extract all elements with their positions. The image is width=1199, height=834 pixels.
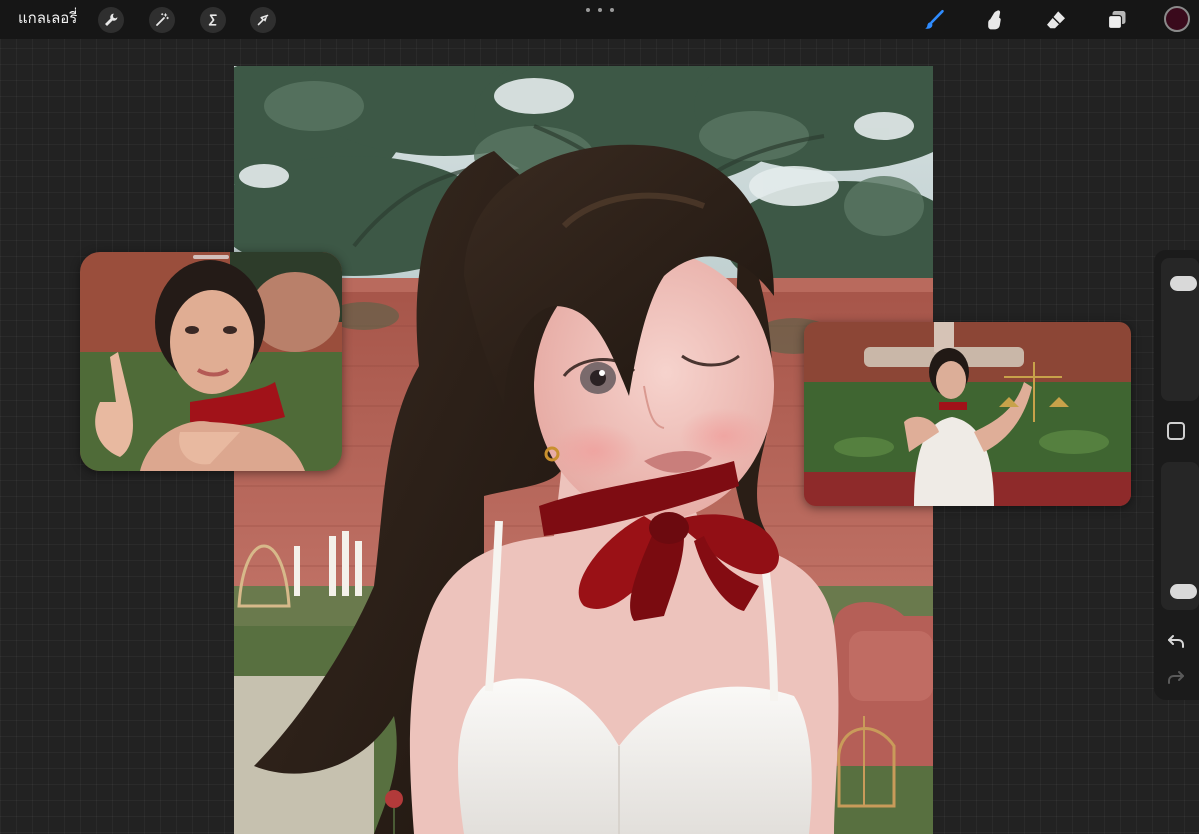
reference-photo-2[interactable]	[804, 322, 1131, 506]
side-bar	[1154, 250, 1199, 700]
undo-arrow-icon[interactable]	[1165, 630, 1187, 652]
opacity-slider[interactable]	[1161, 462, 1199, 610]
eraser-icon[interactable]	[1042, 6, 1070, 34]
reference-photo-1[interactable]	[80, 252, 342, 471]
magic-wand-icon[interactable]	[149, 7, 175, 33]
arrow-cursor-icon[interactable]	[250, 7, 276, 33]
reference-image	[80, 252, 342, 471]
redo-arrow-icon[interactable]	[1165, 666, 1187, 688]
brush-size-slider-knob[interactable]	[1170, 275, 1197, 291]
layers-icon[interactable]	[1103, 6, 1131, 34]
selection-s-icon[interactable]	[200, 7, 226, 33]
square-modify-icon[interactable]	[1167, 422, 1185, 440]
smudge-finger-icon[interactable]	[980, 6, 1008, 34]
gallery-button[interactable]: แกลเลอรี่	[18, 9, 77, 29]
wrench-icon[interactable]	[98, 7, 124, 33]
reference-image	[804, 322, 1131, 506]
color-swatch[interactable]	[1164, 6, 1190, 32]
brush-icon[interactable]	[920, 6, 948, 34]
more-dots-icon[interactable]	[586, 3, 614, 17]
top-toolbar: แกลเลอรี่	[0, 0, 1199, 39]
procreate-app: แกลเลอรี่	[0, 0, 1199, 834]
brush-size-slider[interactable]	[1161, 258, 1199, 401]
drag-handle[interactable]	[193, 255, 229, 259]
opacity-slider-knob[interactable]	[1170, 584, 1197, 600]
